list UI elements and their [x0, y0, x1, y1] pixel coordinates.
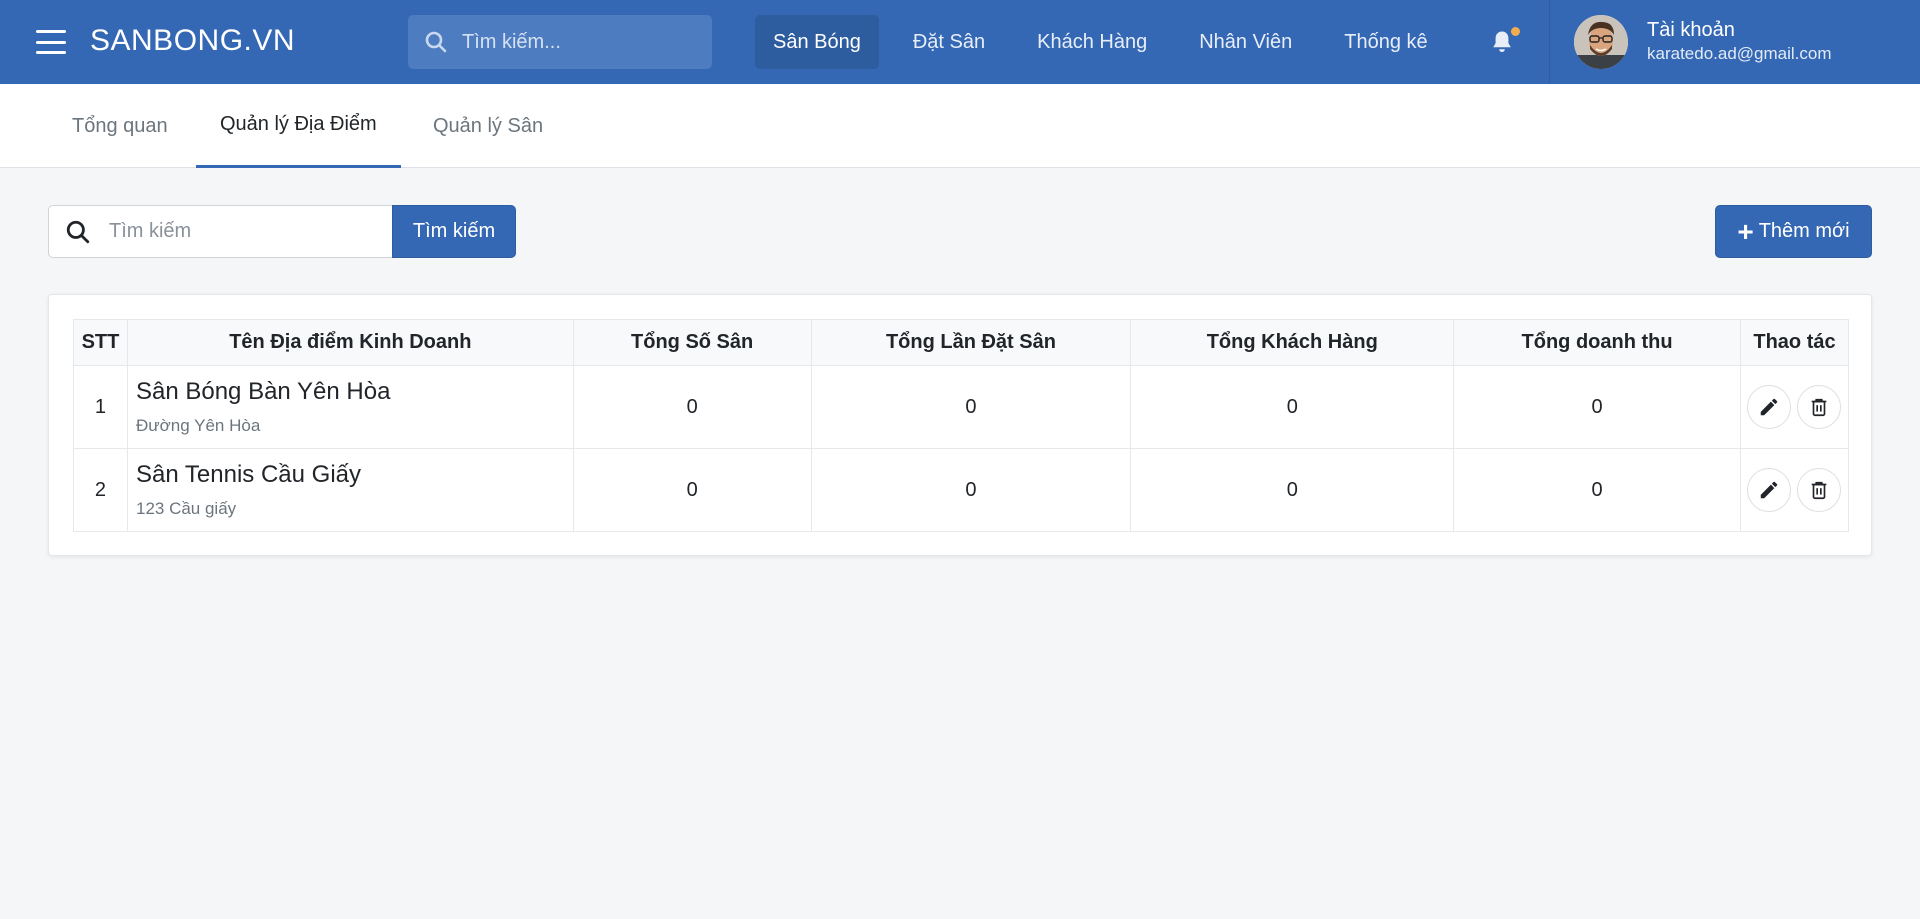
location-address: Đường Yên Hòa [135, 416, 261, 435]
account-name[interactable]: Tài khoản [1647, 19, 1735, 42]
nav-link-khach-hang[interactable]: Khách Hàng [1019, 15, 1165, 69]
edit-button[interactable] [1747, 385, 1792, 429]
hamburger-icon[interactable] [36, 30, 66, 54]
row-total-courts: 0 [572, 448, 812, 532]
main-nav: Sân Bóng Đặt Sân Khách Hàng Nhân Viên Th… [755, 15, 1462, 69]
nav-link-thong-ke[interactable]: Thống kê [1326, 15, 1445, 69]
header-total-courts: Tổng Số Sân [572, 319, 812, 366]
nav-search-input[interactable] [462, 30, 702, 54]
header-total-bookings: Tổng Lần Đặt Sân [810, 319, 1132, 366]
row-location: Sân Bóng Bàn Yên Hòa Đường Yên Hòa [126, 365, 574, 449]
add-new-button[interactable]: + Thêm mới [1715, 205, 1872, 258]
tab-tong-quan[interactable]: Tổng quan [72, 84, 168, 168]
row-actions [1739, 365, 1850, 449]
edit-button[interactable] [1747, 468, 1792, 512]
avatar[interactable] [1574, 15, 1628, 69]
location-search-input[interactable] [109, 220, 369, 243]
header-total-customers: Tổng Khách Hàng [1130, 319, 1455, 366]
nav-link-dat-san[interactable]: Đặt Sân [895, 15, 1003, 69]
nav-link-san-bong[interactable]: Sân Bóng [755, 15, 879, 69]
header-actions: Thao tác [1739, 319, 1850, 366]
row-total-bookings: 0 [810, 448, 1132, 532]
search-icon [66, 220, 90, 243]
header-stt: STT [73, 319, 128, 366]
row-total-revenue: 0 [1453, 448, 1741, 532]
row-stt: 1 [73, 365, 128, 449]
notification-dot [1511, 27, 1520, 36]
nav-search-box[interactable] [408, 15, 712, 69]
location-search-box[interactable] [48, 205, 392, 258]
table-row: 2 Sân Tennis Cầu Giấy 123 Cầu giấy 0 0 0… [73, 448, 1850, 532]
header-total-revenue: Tổng doanh thu [1453, 319, 1741, 366]
nav-divider [1549, 0, 1550, 84]
row-total-revenue: 0 [1453, 365, 1741, 449]
tab-bar: Tổng quan Quản lý Địa Điểm Quản lý Sân [0, 84, 1920, 168]
locations-table: STT Tên Địa điểm Kinh Doanh Tổng Số Sân … [73, 319, 1850, 532]
avatar-image [1574, 15, 1628, 69]
row-total-customers: 0 [1130, 365, 1455, 449]
location-name: Sân Tennis Cầu Giấy [135, 461, 362, 488]
header-location-name: Tên Địa điểm Kinh Doanh [126, 319, 574, 366]
trash-icon [1812, 481, 1827, 500]
nav-link-nhan-vien[interactable]: Nhân Viên [1181, 15, 1310, 69]
trash-icon [1812, 398, 1827, 417]
plus-icon: + [1737, 215, 1754, 247]
location-search-group: Tìm kiếm [48, 205, 516, 258]
pencil-icon [1761, 398, 1778, 416]
locations-card: STT Tên Địa điểm Kinh Doanh Tổng Số Sân … [48, 294, 1872, 556]
row-stt: 2 [73, 448, 128, 532]
row-total-bookings: 0 [810, 365, 1132, 449]
brand-logo[interactable]: SANBONG.VN [90, 24, 295, 58]
delete-button[interactable] [1797, 468, 1842, 512]
pencil-icon [1761, 481, 1778, 499]
row-actions [1739, 448, 1850, 532]
top-navbar: SANBONG.VN Sân Bóng Đặt Sân Khách Hàng N… [0, 0, 1920, 84]
row-total-customers: 0 [1130, 448, 1455, 532]
location-address: 123 Cầu giấy [135, 499, 237, 518]
tab-quan-ly-san[interactable]: Quản lý Sân [433, 84, 543, 168]
account-email: karatedo.ad@gmail.com [1647, 44, 1832, 63]
table-row: 1 Sân Bóng Bàn Yên Hòa Đường Yên Hòa 0 0… [73, 365, 1850, 449]
add-new-label: Thêm mới [1758, 220, 1850, 242]
delete-button[interactable] [1797, 385, 1842, 429]
location-name: Sân Bóng Bàn Yên Hòa [135, 378, 391, 405]
search-icon [425, 31, 447, 53]
row-total-courts: 0 [572, 365, 812, 449]
row-location: Sân Tennis Cầu Giấy 123 Cầu giấy [126, 448, 574, 532]
search-button[interactable]: Tìm kiếm [392, 205, 516, 258]
tab-quan-ly-dia-diem[interactable]: Quản lý Địa Điểm [196, 84, 401, 168]
table-header-row: STT Tên Địa điểm Kinh Doanh Tổng Số Sân … [73, 319, 1850, 366]
